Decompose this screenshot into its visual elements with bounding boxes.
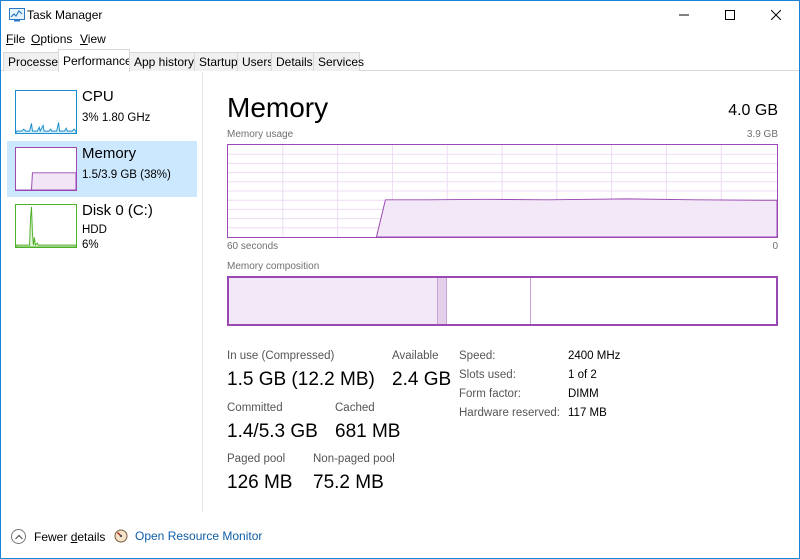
cpu-thumbnail-graph xyxy=(15,90,77,134)
resource-sidebar: CPU 3% 1.80 GHz Memory 1.5/3.9 GB (38%) … xyxy=(1,72,203,512)
committed-label: Committed xyxy=(227,402,283,414)
paged-pool-value: 126 MB xyxy=(227,472,293,493)
hardware-reserved-value: 117 MB xyxy=(568,407,607,419)
hardware-reserved-label: Hardware reserved: xyxy=(459,407,560,419)
time-span-label: 60 seconds xyxy=(227,241,279,252)
sidebar-cpu-usage: 3% 1.80 GHz xyxy=(82,112,151,124)
speed-value: 2400 MHz xyxy=(568,350,621,362)
memory-thumbnail-graph xyxy=(15,147,77,191)
sidebar-item-memory[interactable]: Memory 1.5/3.9 GB (38%) xyxy=(7,141,197,197)
composition-in-use xyxy=(229,278,438,324)
memory-usage-graph xyxy=(227,144,778,238)
memory-composition-label: Memory composition xyxy=(227,261,320,272)
sidebar-memory-usage: 1.5/3.9 GB (38%) xyxy=(82,169,171,181)
sidebar-memory-title: Memory xyxy=(82,145,137,162)
task-manager-app-icon xyxy=(9,8,25,22)
memory-usage-max: 3.9 GB xyxy=(746,129,778,140)
total-memory: 4.0 GB xyxy=(728,102,778,119)
composition-free xyxy=(531,278,776,324)
minimize-button[interactable] xyxy=(661,1,707,29)
non-paged-pool-label: Non-paged pool xyxy=(313,453,395,465)
available-label: Available xyxy=(392,350,439,362)
tab-processes[interactable]: Processes xyxy=(3,52,64,71)
fewer-details-button[interactable]: Fewer details xyxy=(11,529,105,544)
open-resource-monitor-label: Open Resource Monitor xyxy=(135,529,263,543)
tab-startup[interactable]: Startup xyxy=(194,52,238,71)
title-bar[interactable]: Task Manager xyxy=(1,1,799,29)
sidebar-disk-title: Disk 0 (C:) xyxy=(82,202,153,219)
tab-bar: Processes Performance App history Startu… xyxy=(1,49,799,72)
sidebar-cpu-title: CPU xyxy=(82,88,114,105)
close-button[interactable] xyxy=(753,1,799,29)
tab-users[interactable]: Users xyxy=(237,52,273,71)
slots-used-value: 1 of 2 xyxy=(568,369,597,381)
tab-app-history[interactable]: App history xyxy=(129,52,195,71)
task-manager-window: Task Manager File Options View Processes… xyxy=(0,0,800,559)
menu-options[interactable]: Options xyxy=(31,32,72,46)
tab-performance[interactable]: Performance xyxy=(58,49,132,72)
chevron-up-icon xyxy=(11,529,26,544)
speed-label: Speed: xyxy=(459,350,496,362)
menu-bar: File Options View xyxy=(1,29,799,49)
window-title: Task Manager xyxy=(27,8,103,22)
menu-view[interactable]: View xyxy=(80,32,106,46)
maximize-icon xyxy=(725,10,735,20)
footer-bar: Fewer details Open Resource Monitor xyxy=(1,525,799,551)
resource-monitor-icon xyxy=(114,529,128,543)
sidebar-item-cpu[interactable]: CPU 3% 1.80 GHz xyxy=(7,84,197,140)
slots-used-label: Slots used: xyxy=(459,369,516,381)
time-now-label: 0 xyxy=(772,241,778,252)
tab-services[interactable]: Services xyxy=(313,52,364,71)
form-factor-label: Form factor: xyxy=(459,388,521,400)
non-paged-pool-value: 75.2 MB xyxy=(313,472,384,493)
available-value: 2.4 GB xyxy=(392,369,452,390)
composition-standby xyxy=(447,278,531,324)
menu-file[interactable]: File xyxy=(6,32,25,46)
tab-details[interactable]: Details xyxy=(271,52,314,71)
paged-pool-label: Paged pool xyxy=(227,453,286,465)
page-title: Memory xyxy=(227,92,329,123)
in-use-value: 1.5 GB (12.2 MB) xyxy=(227,369,375,390)
disk-thumbnail-graph xyxy=(15,204,77,248)
sidebar-disk-type: HDD xyxy=(82,224,107,236)
form-factor-value: DIMM xyxy=(568,388,599,400)
composition-modified xyxy=(438,278,447,324)
close-icon xyxy=(771,10,781,20)
sidebar-item-disk[interactable]: Disk 0 (C:) HDD 6% xyxy=(7,198,197,254)
sidebar-disk-usage: 6% xyxy=(82,239,99,251)
minimize-icon xyxy=(679,14,689,16)
open-resource-monitor-link[interactable]: Open Resource Monitor xyxy=(114,529,262,543)
cached-label: Cached xyxy=(335,402,375,414)
maximize-button[interactable] xyxy=(707,1,753,29)
fewer-details-label: Fewer details xyxy=(34,529,106,544)
memory-usage-label: Memory usage xyxy=(227,129,294,140)
in-use-label: In use (Compressed) xyxy=(227,350,335,362)
memory-details-panel: Memory 4.0 GB Memory usage 3.9 GB 60 sec… xyxy=(203,72,799,512)
memory-composition-bar xyxy=(227,276,778,326)
cached-value: 681 MB xyxy=(335,421,401,442)
committed-value: 1.4/5.3 GB xyxy=(227,421,318,442)
